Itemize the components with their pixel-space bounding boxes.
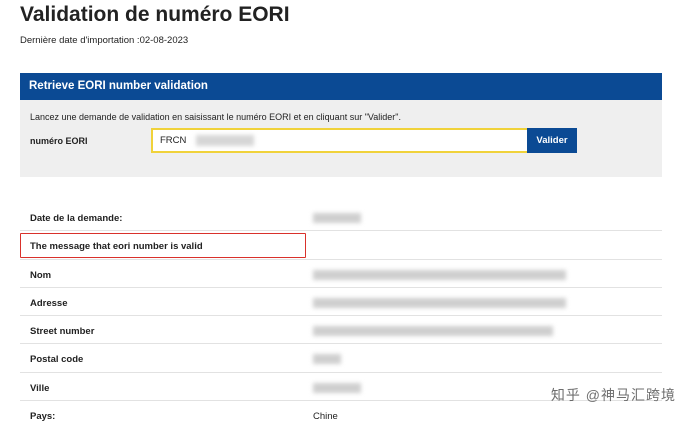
row-label: Nom [30, 269, 52, 281]
redacted-value [313, 213, 361, 223]
result-row: Adresse [20, 288, 662, 317]
import-date: Dernière date d'importation :02-08-2023 [20, 35, 189, 46]
instructions-text: Lancez une demande de validation en sais… [30, 112, 401, 122]
valider-button[interactable]: Valider [527, 128, 577, 153]
redacted-value [313, 269, 566, 280]
result-row: Postal code [20, 344, 662, 373]
row-label: Pays: [30, 411, 56, 423]
validation-panel: Retrieve EORI number validation Lancez u… [20, 73, 662, 177]
page-title: Validation de numéro EORI [20, 3, 290, 26]
row-value: Chine [313, 411, 338, 423]
result-row: Nom [20, 260, 662, 288]
row-label: Adresse [30, 297, 68, 309]
row-label: Date de la demande: [30, 213, 123, 224]
row-label: Postal code [30, 354, 84, 366]
redacted-value [313, 382, 361, 393]
row-label: Ville [30, 382, 50, 394]
result-row: Pays: Chine [20, 401, 662, 429]
row-label: Street number [30, 326, 95, 338]
redacted-value [313, 297, 566, 308]
redacted-value [313, 326, 553, 337]
highlight-box [20, 233, 306, 258]
redacted-value [313, 354, 341, 365]
result-row: Street number [20, 316, 662, 345]
eori-label: numéro EORI [30, 136, 88, 146]
panel-header: Retrieve EORI number validation [20, 73, 662, 100]
redacted-eori [196, 135, 254, 146]
result-row: Date de la demande: [20, 203, 662, 232]
watermark-text: 知乎 @神马汇跨境 [550, 387, 676, 403]
